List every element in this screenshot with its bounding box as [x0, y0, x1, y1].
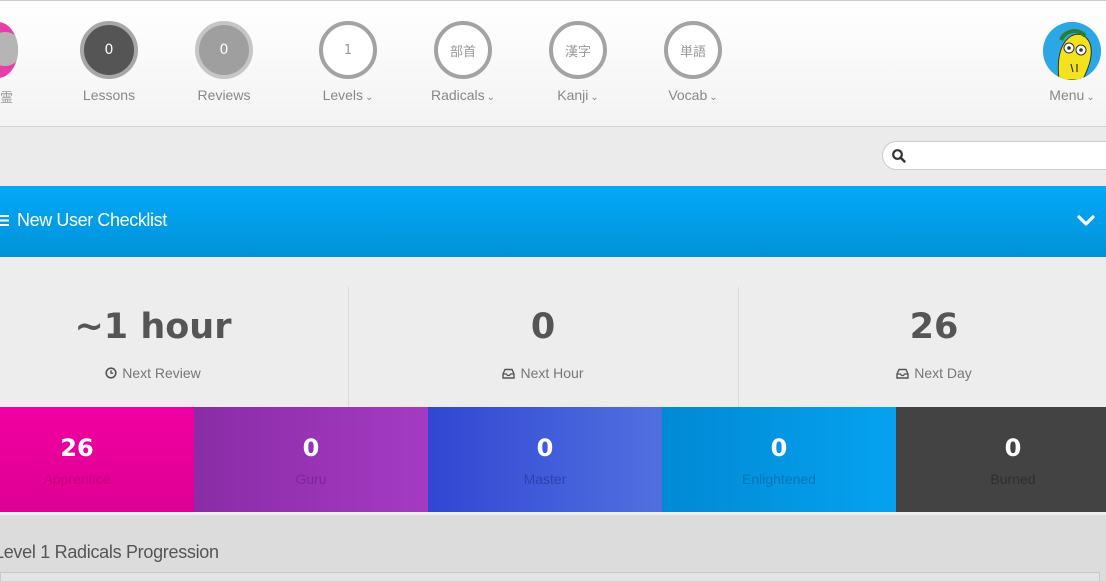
radicals-badge[interactable]: 部首: [434, 21, 492, 79]
chevron-down-icon: ⌄: [590, 92, 599, 103]
list-icon: [0, 215, 9, 226]
next-day-value: 26: [909, 307, 959, 347]
next-day-label: Next Day: [914, 365, 972, 381]
master-label: Master: [523, 471, 567, 487]
chevron-down-icon[interactable]: [1077, 214, 1095, 228]
radicals-nav-item[interactable]: 部首 Radicals ⌄: [418, 21, 508, 103]
srs-distribution: 26 Apprentice 0 Guru 0 Master 0 Enlighte…: [0, 407, 1106, 512]
inbox-icon: [502, 368, 516, 379]
vocab-label: Vocab: [668, 87, 708, 103]
level-avatar[interactable]: [0, 22, 18, 78]
enlightened-count: 0: [770, 434, 788, 462]
levels-nav-item[interactable]: 1 Levels ⌄: [303, 21, 393, 103]
next-review-label: Next Review: [122, 365, 201, 381]
menu-nav-item[interactable]: Menu ⌄: [1027, 21, 1106, 103]
vocab-nav-item[interactable]: 単語 Vocab ⌄: [648, 21, 738, 103]
chevron-down-icon: ⌄: [365, 92, 374, 103]
levels-label: Levels: [322, 87, 364, 103]
radicals-label: Radicals: [430, 87, 485, 103]
chevron-down-icon: ⌄: [486, 92, 496, 103]
search-box[interactable]: [882, 141, 1106, 170]
reviews-label: Reviews: [197, 87, 251, 103]
next-hour-stat: 0 Next Hour: [348, 257, 738, 407]
next-review-value: ~1 hour: [74, 307, 232, 347]
enlightened-label: Enlightened: [742, 471, 816, 487]
chevron-down-icon: ⌄: [709, 92, 718, 103]
guru-count: 0: [302, 434, 320, 462]
apprentice-label: Apprentice: [43, 471, 111, 487]
checklist-title: New User Checklist: [17, 210, 167, 230]
srs-apprentice[interactable]: 26 Apprentice: [0, 407, 194, 512]
next-day-stat: 26 Next Day: [739, 257, 1106, 407]
burned-count: 0: [1004, 434, 1022, 462]
levels-badge[interactable]: 1: [319, 21, 377, 79]
next-hour-value: 0: [530, 307, 556, 347]
srs-enlightened[interactable]: 0 Enlightened: [662, 407, 896, 512]
next-review-stat: ~1 hour Next Review: [0, 257, 348, 407]
search-input[interactable]: [911, 146, 1106, 166]
srs-guru[interactable]: 0 Guru: [194, 407, 428, 512]
search-icon: [892, 149, 906, 163]
progression-title: Level 1 Radicals Progression: [0, 542, 219, 562]
lessons-count-badge[interactable]: 0: [80, 21, 138, 79]
inbox-icon: [896, 368, 909, 379]
clock-icon: [105, 367, 117, 379]
review-forecast: ~1 hour Next Review 0 Next Hour 26 Next …: [0, 257, 1106, 407]
radicals-progression-section: Level 1 Radicals Progression: [0, 512, 1106, 581]
srs-burned[interactable]: 0 Burned: [896, 407, 1106, 512]
menu-label: Menu: [1049, 87, 1085, 103]
apprentice-count: 26: [60, 434, 94, 462]
next-hour-label: Next Hour: [520, 365, 584, 381]
srs-master[interactable]: 0 Master: [428, 407, 662, 512]
reviews-nav-item[interactable]: 0 Reviews: [179, 21, 269, 103]
level-kanji-label: 霊: [0, 91, 14, 106]
kanji-nav-item[interactable]: 漢字 Kanji ⌄: [533, 21, 623, 103]
kanji-badge[interactable]: 漢字: [549, 21, 607, 79]
kanji-label: Kanji: [557, 87, 589, 103]
new-user-checklist-bar[interactable]: New User Checklist: [0, 186, 1106, 257]
lessons-label: Lessons: [82, 87, 136, 103]
lessons-nav-item[interactable]: 0 Lessons: [64, 21, 154, 103]
vocab-badge[interactable]: 単語: [664, 21, 722, 79]
top-navigation: 霊 0 Lessons 0 Reviews 1 Levels ⌄ 部首 Radic…: [0, 0, 1106, 127]
master-count: 0: [536, 434, 554, 462]
progression-bar: [0, 572, 1100, 581]
chevron-down-icon: ⌄: [1086, 92, 1095, 103]
burned-label: Burned: [990, 471, 1036, 487]
guru-label: Guru: [295, 471, 327, 487]
reviews-count-badge[interactable]: 0: [195, 21, 253, 79]
